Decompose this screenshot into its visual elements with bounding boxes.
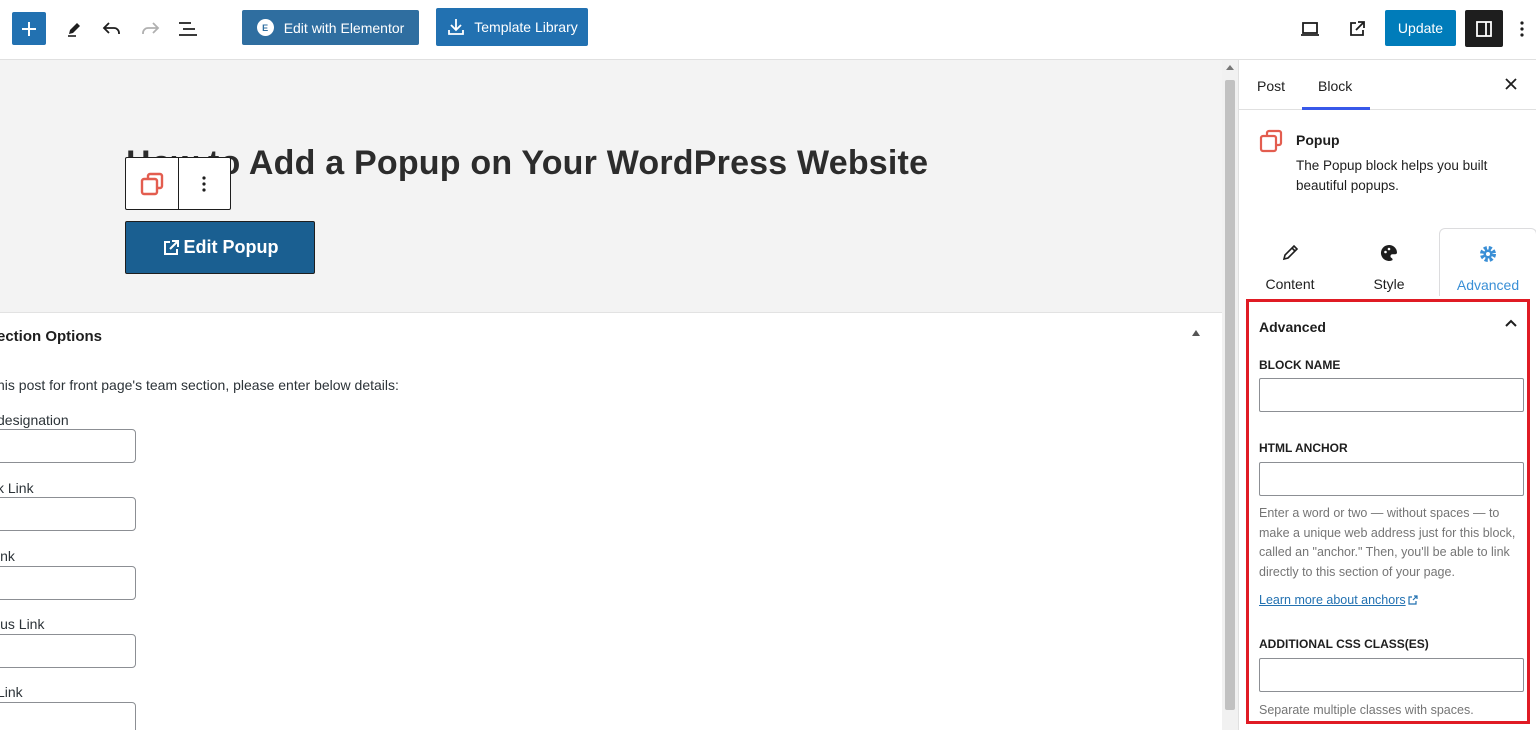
block-card-description: The Popup block helps you built beautifu… [1296, 158, 1488, 193]
chevron-up-icon [1505, 319, 1517, 327]
popup-icon [140, 172, 164, 195]
meta-box-description: his post for front page's team section, … [0, 377, 399, 393]
view-post-button[interactable] [1342, 14, 1372, 44]
active-tab-indicator [1302, 107, 1370, 110]
meta-field-label: ink [0, 548, 15, 564]
preview-button[interactable] [1295, 14, 1325, 44]
inspector-tab-style[interactable]: Style [1340, 228, 1438, 296]
collapse-panel-button[interactable] [1503, 316, 1519, 337]
editor-canvas: How to Add a Popup on Your WordPress Web… [0, 60, 1222, 730]
meta-box-title: ection Options [0, 328, 102, 345]
meta-field-label: designation [0, 412, 69, 428]
anchor-help-text: Enter a word or two — without spaces — t… [1259, 506, 1516, 579]
style-palette-icon [1380, 244, 1397, 261]
meta-field-label: lus Link [0, 616, 45, 632]
document-overview-button[interactable] [173, 14, 203, 44]
redo-button[interactable] [135, 14, 165, 44]
settings-sidebar: Post Block Popup The Popup block helps y… [1238, 60, 1536, 730]
pencil-icon [68, 23, 80, 37]
editor-header: E Edit with Elementor Template Library U… [0, 0, 1536, 60]
settings-toggle-button[interactable] [1465, 10, 1503, 47]
redo-icon [142, 22, 160, 34]
advanced-panel: Advanced BLOCK NAME HTML ANCHOR Enter a … [1246, 299, 1530, 724]
popup-block-icon [1258, 128, 1284, 159]
tab-post[interactable]: Post [1257, 78, 1285, 94]
external-link-icon [1350, 21, 1365, 36]
meta-field-label: Link [0, 684, 23, 700]
undo-icon [102, 22, 120, 34]
external-link-icon [163, 239, 179, 255]
inspector-tab-content[interactable]: Content [1241, 228, 1339, 296]
post-title[interactable]: How to Add a Popup on Your WordPress Web… [126, 144, 928, 183]
block-name-input[interactable] [1259, 378, 1524, 412]
learn-more-anchors-link[interactable]: Learn more about anchors [1259, 593, 1418, 607]
more-vertical-icon [1520, 21, 1524, 37]
edit-with-elementor-button[interactable]: E Edit with Elementor [242, 10, 419, 45]
block-type-button[interactable] [126, 158, 178, 209]
link-input[interactable] [0, 634, 136, 668]
gear-icon [1480, 246, 1496, 262]
update-button[interactable]: Update [1385, 10, 1456, 46]
external-link-icon [1408, 595, 1418, 605]
undo-button[interactable] [97, 14, 127, 44]
scroll-thumb[interactable] [1225, 80, 1235, 710]
css-help-text: Separate multiple classes with spaces. [1259, 703, 1474, 717]
link-input[interactable] [0, 497, 136, 531]
inspector-tab-label: Style [1373, 276, 1405, 292]
desktop-icon [1301, 22, 1319, 36]
inspector-tab-label: Advanced [1456, 277, 1520, 293]
template-library-button[interactable]: Template Library [436, 8, 588, 46]
download-icon [448, 19, 465, 35]
html-anchor-label: HTML ANCHOR [1259, 441, 1348, 455]
edit-with-elementor-label: Edit with Elementor [283, 19, 405, 36]
block-options-button[interactable] [177, 158, 230, 209]
css-class-input[interactable] [1259, 658, 1524, 692]
popup-icon [1259, 129, 1283, 153]
collapse-caret-icon[interactable] [1192, 330, 1200, 336]
block-name-label: BLOCK NAME [1259, 358, 1341, 372]
scroll-up-arrow-icon[interactable] [1226, 65, 1234, 70]
elementor-icon: E [256, 19, 274, 36]
link-input[interactable] [0, 702, 136, 730]
edit-popup-label: Edit Popup [183, 237, 279, 257]
link-input[interactable] [0, 566, 136, 600]
close-sidebar-button[interactable] [1501, 74, 1521, 94]
post-hero: How to Add a Popup on Your WordPress Web… [0, 60, 1222, 313]
inspector-tab-label: Content [1265, 276, 1315, 292]
more-vertical-icon [202, 175, 207, 192]
canvas-scrollbar[interactable] [1222, 60, 1238, 730]
css-class-label: ADDITIONAL CSS CLASS(ES) [1259, 637, 1429, 651]
tools-button[interactable] [59, 14, 89, 44]
plus-icon [22, 21, 36, 36]
add-block-button[interactable] [12, 12, 46, 45]
pencil-icon [1282, 244, 1299, 261]
advanced-panel-title[interactable]: Advanced [1259, 319, 1326, 335]
sidebar-tabs: Post Block [1239, 60, 1536, 110]
sidebar-icon [1476, 20, 1492, 37]
block-toolbar [125, 157, 231, 210]
list-view-icon [179, 22, 197, 36]
meta-field-label: k Link [0, 480, 34, 496]
html-anchor-input[interactable] [1259, 462, 1524, 496]
designation-input[interactable] [0, 429, 136, 463]
inspector-tab-advanced[interactable]: Advanced [1439, 228, 1536, 296]
close-icon [1505, 78, 1517, 90]
template-library-label: Template Library [474, 19, 578, 35]
tab-block[interactable]: Block [1318, 78, 1352, 94]
options-menu-button[interactable] [1512, 14, 1532, 44]
learn-more-label: Learn more about anchors [1259, 593, 1406, 607]
block-card-title: Popup [1296, 132, 1340, 148]
edit-popup-button[interactable]: Edit Popup [125, 221, 315, 274]
